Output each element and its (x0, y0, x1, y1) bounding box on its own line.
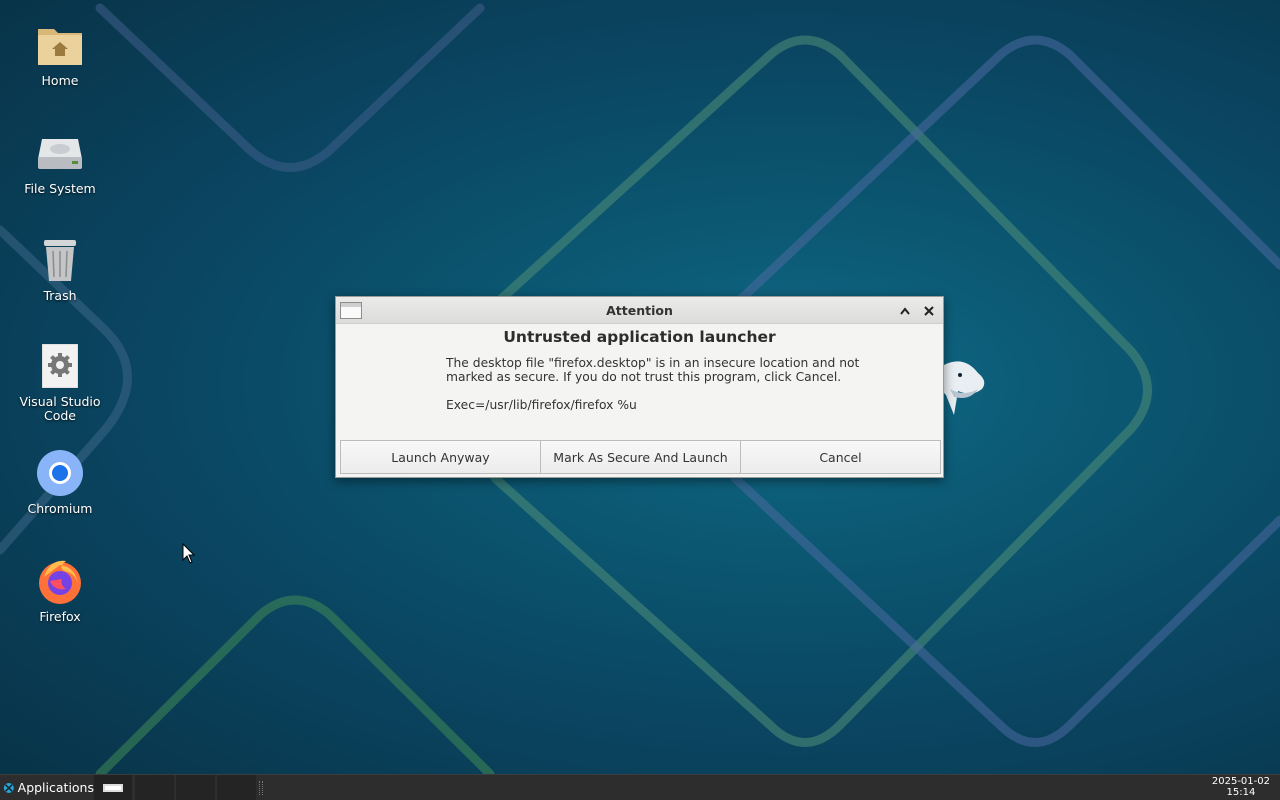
workspace-3[interactable] (216, 775, 256, 800)
desktop-icon-label: File System (24, 181, 96, 196)
desktop-icon-firefox[interactable]: Firefox (14, 556, 106, 624)
dialog-button-row: Launch Anyway Mark As Secure And Launch … (340, 440, 941, 474)
clock-date: 2025-01-02 (1211, 776, 1270, 787)
desktop-icon-label: Firefox (39, 609, 81, 624)
workspace-2[interactable] (175, 775, 215, 800)
settings-gear-icon (35, 341, 85, 391)
dialog-heading: Untrusted application launcher (503, 328, 776, 346)
clock-time: 15:14 (1226, 787, 1256, 798)
home-folder-icon (35, 20, 85, 70)
chromium-icon (35, 448, 85, 498)
maximize-button[interactable] (895, 301, 915, 321)
mouse-cursor-icon (182, 543, 196, 564)
close-icon (924, 306, 934, 316)
panel-drag-handle[interactable] (259, 781, 263, 795)
desktop-icon-home[interactable]: Home (14, 20, 106, 88)
window-icon (103, 783, 123, 792)
taskbar: Applications 2025-01-02 15:14 (0, 774, 1280, 800)
applications-menu-label: Applications (17, 780, 94, 795)
drive-icon (35, 128, 85, 178)
firefox-icon (35, 556, 85, 606)
dialog-exec-line: Exec=/usr/lib/firefox/firefox %u (446, 398, 637, 412)
desktop-icon-label: Home (41, 73, 79, 88)
clock[interactable]: 2025-01-02 15:14 (1212, 776, 1270, 798)
attention-dialog: Attention Untrusted application launcher… (335, 296, 944, 478)
desktop-icon-file-system[interactable]: File System (14, 128, 106, 196)
dialog-message: The desktop file "firefox.desktop" is in… (446, 356, 860, 384)
dialog-window-title: Attention (606, 303, 673, 318)
desktop-icon-label: Chromium (27, 501, 93, 516)
show-desktop-button[interactable] (94, 775, 132, 800)
desktop-icon-visual-studio-code[interactable]: Visual Studio Code (14, 341, 106, 423)
mark-secure-and-launch-button[interactable]: Mark As Secure And Launch (540, 440, 741, 474)
chevron-up-icon (900, 307, 910, 315)
desktop-icon-chromium[interactable]: Chromium (14, 448, 106, 516)
launch-anyway-button[interactable]: Launch Anyway (340, 440, 541, 474)
applications-menu-button[interactable]: Applications (0, 775, 94, 800)
dialog-titlebar[interactable]: Attention (336, 297, 943, 324)
workspace-1[interactable] (134, 775, 174, 800)
wallpaper-shark-mascot (944, 361, 985, 415)
trash-icon (35, 235, 85, 285)
xfce-logo-icon (3, 782, 14, 793)
desktop-icon-trash[interactable]: Trash (14, 235, 106, 303)
cancel-button[interactable]: Cancel (740, 440, 941, 474)
desktop-icon-label: Trash (43, 288, 77, 303)
desktop-icon-label: Visual Studio Code (19, 394, 101, 423)
close-button[interactable] (919, 301, 939, 321)
